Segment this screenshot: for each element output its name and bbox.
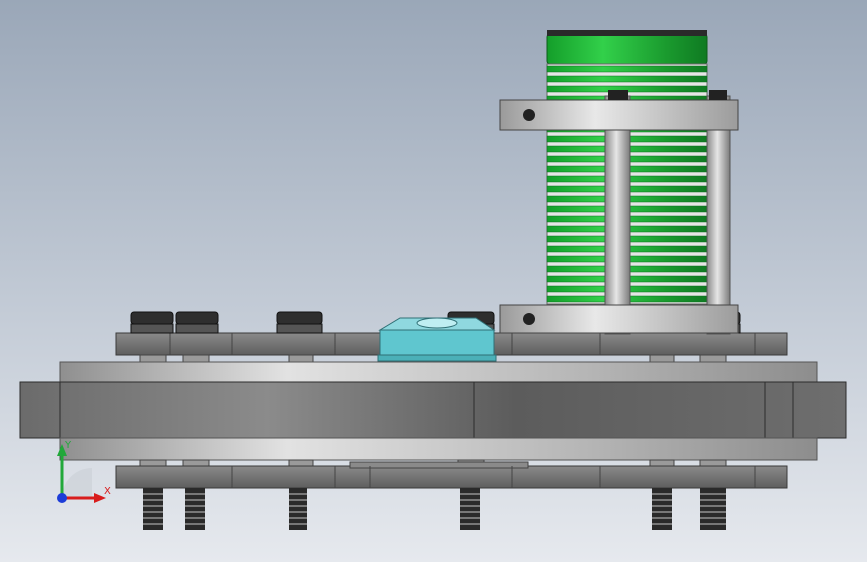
cyan-hub <box>377 317 497 362</box>
bottom-plate <box>115 461 788 489</box>
z-axis-dot <box>57 493 67 503</box>
x-axis-label: X <box>104 486 111 497</box>
upper-ring <box>59 361 818 383</box>
coordinate-triad: Y X <box>57 440 111 503</box>
cad-model-view[interactable] <box>0 0 867 562</box>
cooling-fin <box>546 65 708 73</box>
y-axis-label: Y <box>64 440 72 451</box>
cooling-fin <box>546 75 708 83</box>
threaded-studs <box>143 488 726 530</box>
lower-ring <box>59 437 818 461</box>
cad-viewport[interactable]: Y X <box>0 0 867 562</box>
main-disc <box>19 381 847 439</box>
lower-collar <box>499 304 739 334</box>
